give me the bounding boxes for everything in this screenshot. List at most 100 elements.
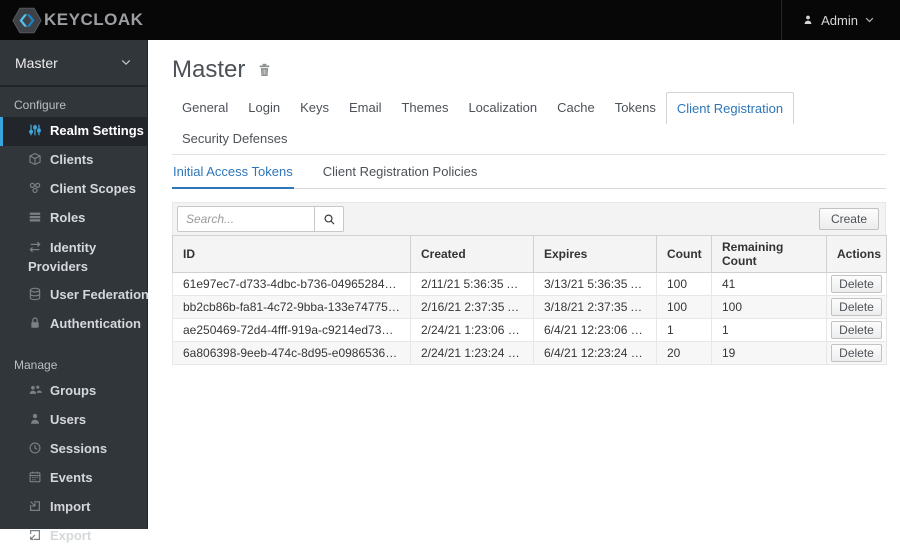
main-content: Master General Login Keys Email Themes L… [148,40,900,529]
delete-token-button[interactable]: Delete [831,298,882,316]
user-icon [28,412,50,429]
sidebar-item-client-scopes[interactable]: Client Scopes [0,175,147,204]
tab-localization[interactable]: Localization [458,92,547,123]
user-menu-label: Admin [821,12,858,28]
delete-token-button[interactable]: Delete [831,275,882,293]
sidebar-item-export[interactable]: Export [0,522,147,551]
search-input[interactable] [177,206,315,232]
lock-icon [28,316,50,333]
table-row: 61e97ec7-d733-4dbc-b736-049652847a98 2/1… [172,272,887,296]
user-menu[interactable]: Admin [781,0,900,40]
token-expires: 6/4/21 12:23:06 PM [533,318,657,342]
tab-tokens[interactable]: Tokens [605,92,666,123]
token-remaining-count: 100 [711,295,827,319]
sidebar-nav: Configure Realm Settings Clients Client … [0,87,149,551]
search-icon [323,213,336,226]
column-header-expires: Expires [533,235,657,273]
token-count: 1 [656,318,712,342]
configure-nav-list: Realm Settings Clients Client Scopes Rol… [0,117,149,339]
brand-text: KEYCLOAK [44,10,144,29]
sidebar-item-label: Clients [50,152,94,167]
nav-section-configure: Configure [14,98,67,112]
sidebar-item-label: Authentication [50,316,141,331]
search-group [177,206,344,232]
users-icon [28,383,50,400]
token-expires: 6/4/21 12:23:24 PM [533,341,657,365]
sidebar-item-label: Export [50,528,92,543]
token-remaining-count: 41 [711,272,827,296]
page-title: Master [172,56,246,83]
sidebar-item-users[interactable]: Users [0,406,147,435]
table-header-row: ID Created Expires Count Remaining Count… [172,235,887,273]
token-created: 2/24/21 1:23:06 PM [410,318,534,342]
sidebar-item-label: Events [50,470,93,485]
calendar-icon [28,470,50,487]
tab-keys[interactable]: Keys [290,92,339,123]
column-header-actions: Actions [826,235,887,273]
sidebar-item-events[interactable]: Events [0,464,147,493]
token-id: ae250469-72d4-4fff-919a-c9214ed73682 [172,318,411,342]
sidebar-item-realm-settings[interactable]: Realm Settings [0,117,147,146]
delete-token-button[interactable]: Delete [831,344,882,362]
sidebar-item-identity-providers[interactable]: Identity Providers [0,233,122,281]
delete-realm-button[interactable] [257,62,272,78]
column-header-created: Created [410,235,534,273]
subtab-initial-access-tokens[interactable]: Initial Access Tokens [172,155,294,189]
realm-tabs-row-2: Security Defenses [172,123,886,154]
token-created: 2/16/21 2:37:35 AM [410,295,534,319]
tab-cache[interactable]: Cache [547,92,605,123]
realm-tabs-row-1: General Login Keys Email Themes Localiza… [172,92,886,124]
sidebar-item-roles[interactable]: Roles [0,204,147,233]
table-row: bb2cb86b-fa81-4c72-9bba-133e7477507c 2/1… [172,295,887,319]
sidebar-item-label: Roles [50,210,86,225]
export-icon [28,528,50,545]
list-icon [28,210,50,227]
sidebar-item-label: Users [50,412,87,427]
sidebar-item-import[interactable]: Import [0,493,147,522]
tab-login[interactable]: Login [238,92,290,123]
keycloak-logo[interactable]: KEYCLOAK [0,7,143,34]
sidebar-item-label: Import [50,499,91,514]
page-header: Master [172,56,886,84]
sidebar-item-authentication[interactable]: Authentication [0,310,147,339]
token-remaining-count: 19 [711,341,827,365]
import-icon [28,499,50,516]
scopes-icon [28,181,50,198]
sidebar-item-label: User Federation [50,287,149,302]
sidebar-item-user-federation[interactable]: User Federation [0,281,149,310]
token-count: 100 [656,272,712,296]
realm-selector-label: Master [15,54,58,71]
sidebar-item-label: Client Scopes [50,181,136,196]
sidebar-item-groups[interactable]: Groups [0,377,147,406]
sidebar-item-label: Realm Settings [50,123,144,138]
client-registration-subtabs: Initial Access Tokens Client Registratio… [172,155,886,189]
tab-general[interactable]: General [172,92,238,123]
keycloak-hexagon-icon [12,7,42,34]
realm-tabs: General Login Keys Email Themes Localiza… [172,92,886,155]
sidebar-item-clients[interactable]: Clients [0,146,147,175]
tab-themes[interactable]: Themes [391,92,458,123]
tab-security-defenses[interactable]: Security Defenses [172,123,298,154]
tab-email[interactable]: Email [339,92,392,123]
user-icon [802,14,814,26]
search-button[interactable] [315,206,344,232]
table-row: 6a806398-9eeb-474c-8d95-e0986536a74c 2/2… [172,341,887,365]
subtab-client-registration-policies[interactable]: Client Registration Policies [322,155,479,188]
column-header-count: Count [656,235,712,273]
delete-token-button[interactable]: Delete [831,321,882,339]
sidebar: Master Configure Realm Settings Clients … [0,40,149,543]
chevron-down-icon [865,17,874,23]
manage-nav-list: Groups Users Sessions Events Import Expo… [0,377,147,551]
token-expires: 3/18/21 2:37:35 AM [533,295,657,319]
column-header-id: ID [172,235,411,273]
table-row: ae250469-72d4-4fff-919a-c9214ed73682 2/2… [172,318,887,342]
sidebar-item-sessions[interactable]: Sessions [0,435,147,464]
realm-selector[interactable]: Master [0,40,147,87]
tab-client-registration[interactable]: Client Registration [665,92,795,124]
sliders-icon [28,123,50,140]
keycloak-admin-console: KEYCLOAK Admin Master Configure Realm Se… [0,0,900,543]
token-count: 20 [656,341,712,365]
column-header-remaining-count: Remaining Count [711,235,827,273]
create-button[interactable]: Create [818,208,879,230]
cube-icon [28,152,50,169]
